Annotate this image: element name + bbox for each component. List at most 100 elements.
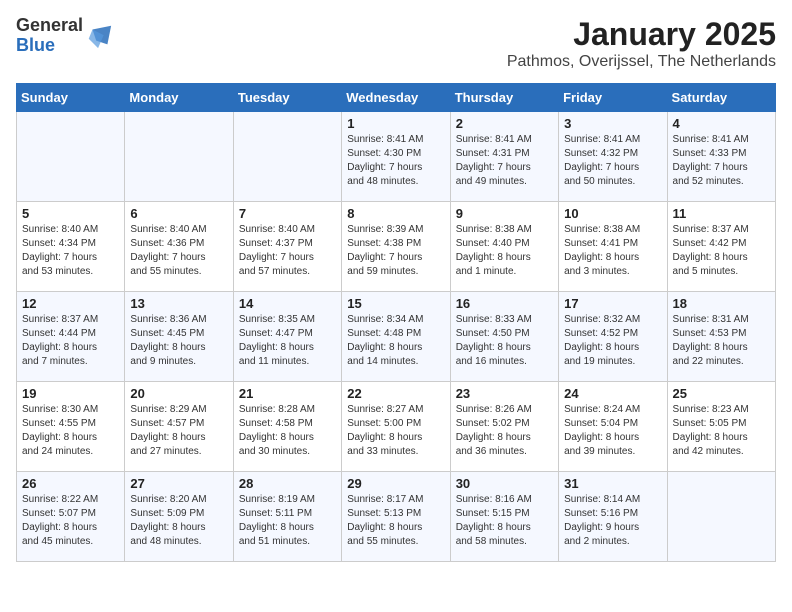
calendar-cell: 5 Sunrise: 8:40 AM Sunset: 4:34 PM Daylig… <box>17 202 125 292</box>
weekday-header-wednesday: Wednesday <box>342 84 450 112</box>
day-info: Sunrise: 8:41 AM Sunset: 4:31 PM Dayligh… <box>456 133 553 189</box>
day-info: Sunrise: 8:35 AM Sunset: 4:47 PM Dayligh… <box>239 313 336 369</box>
calendar-cell: 15 Sunrise: 8:34 AM Sunset: 4:48 PM Dayli… <box>342 292 450 382</box>
day-number: 10 <box>564 206 661 221</box>
day-number: 5 <box>22 206 119 221</box>
day-info: Sunrise: 8:20 AM Sunset: 5:09 PM Dayligh… <box>130 493 227 549</box>
day-info: Sunrise: 8:19 AM Sunset: 5:11 PM Dayligh… <box>239 493 336 549</box>
day-number: 19 <box>22 386 119 401</box>
weekday-header-row: SundayMondayTuesdayWednesdayThursdayFrid… <box>17 84 776 112</box>
day-info: Sunrise: 8:22 AM Sunset: 5:07 PM Dayligh… <box>22 493 119 549</box>
calendar-cell: 2 Sunrise: 8:41 AM Sunset: 4:31 PM Daylig… <box>450 112 558 202</box>
week-row-4: 19 Sunrise: 8:30 AM Sunset: 4:55 PM Dayli… <box>17 382 776 472</box>
weekday-header-thursday: Thursday <box>450 84 558 112</box>
day-number: 9 <box>456 206 553 221</box>
calendar-cell: 26 Sunrise: 8:22 AM Sunset: 5:07 PM Dayli… <box>17 472 125 562</box>
day-number: 28 <box>239 476 336 491</box>
day-info: Sunrise: 8:38 AM Sunset: 4:40 PM Dayligh… <box>456 223 553 279</box>
calendar-cell: 27 Sunrise: 8:20 AM Sunset: 5:09 PM Dayli… <box>125 472 233 562</box>
logo-general: General <box>16 16 83 36</box>
month-title: January 2025 <box>507 16 776 53</box>
day-number: 24 <box>564 386 661 401</box>
day-info: Sunrise: 8:31 AM Sunset: 4:53 PM Dayligh… <box>673 313 770 369</box>
day-number: 2 <box>456 116 553 131</box>
day-info: Sunrise: 8:27 AM Sunset: 5:00 PM Dayligh… <box>347 403 444 459</box>
day-info: Sunrise: 8:40 AM Sunset: 4:34 PM Dayligh… <box>22 223 119 279</box>
calendar-cell: 14 Sunrise: 8:35 AM Sunset: 4:47 PM Dayli… <box>233 292 341 382</box>
calendar-cell <box>233 112 341 202</box>
calendar-cell: 7 Sunrise: 8:40 AM Sunset: 4:37 PM Daylig… <box>233 202 341 292</box>
day-number: 30 <box>456 476 553 491</box>
day-info: Sunrise: 8:40 AM Sunset: 4:36 PM Dayligh… <box>130 223 227 279</box>
day-info: Sunrise: 8:39 AM Sunset: 4:38 PM Dayligh… <box>347 223 444 279</box>
day-info: Sunrise: 8:24 AM Sunset: 5:04 PM Dayligh… <box>564 403 661 459</box>
day-info: Sunrise: 8:26 AM Sunset: 5:02 PM Dayligh… <box>456 403 553 459</box>
day-info: Sunrise: 8:30 AM Sunset: 4:55 PM Dayligh… <box>22 403 119 459</box>
calendar-cell: 22 Sunrise: 8:27 AM Sunset: 5:00 PM Dayli… <box>342 382 450 472</box>
calendar-cell: 6 Sunrise: 8:40 AM Sunset: 4:36 PM Daylig… <box>125 202 233 292</box>
weekday-header-tuesday: Tuesday <box>233 84 341 112</box>
day-info: Sunrise: 8:37 AM Sunset: 4:44 PM Dayligh… <box>22 313 119 369</box>
day-number: 12 <box>22 296 119 311</box>
title-block: January 2025 Pathmos, Overijssel, The Ne… <box>507 16 776 71</box>
day-number: 18 <box>673 296 770 311</box>
calendar-cell: 17Sunrise: 8:32 AM Sunset: 4:52 PM Dayli… <box>559 292 667 382</box>
page-header: General Blue January 2025 Pathmos, Overi… <box>16 16 776 71</box>
day-number: 25 <box>673 386 770 401</box>
day-info: Sunrise: 8:38 AM Sunset: 4:41 PM Dayligh… <box>564 223 661 279</box>
weekday-header-saturday: Saturday <box>667 84 775 112</box>
day-number: 3 <box>564 116 661 131</box>
day-number: 4 <box>673 116 770 131</box>
calendar-cell: 30 Sunrise: 8:16 AM Sunset: 5:15 PM Dayli… <box>450 472 558 562</box>
day-number: 26 <box>22 476 119 491</box>
day-number: 27 <box>130 476 227 491</box>
day-number: 14 <box>239 296 336 311</box>
day-number: 22 <box>347 386 444 401</box>
day-info: Sunrise: 8:41 AM Sunset: 4:30 PM Dayligh… <box>347 133 444 189</box>
logo: General Blue <box>16 16 113 56</box>
calendar-cell: 1 Sunrise: 8:41 AM Sunset: 4:30 PM Daylig… <box>342 112 450 202</box>
day-info: Sunrise: 8:40 AM Sunset: 4:37 PM Dayligh… <box>239 223 336 279</box>
day-number: 6 <box>130 206 227 221</box>
day-info: Sunrise: 8:36 AM Sunset: 4:45 PM Dayligh… <box>130 313 227 369</box>
logo-icon <box>85 22 113 50</box>
day-info: Sunrise: 8:41 AM Sunset: 4:33 PM Dayligh… <box>673 133 770 189</box>
day-number: 20 <box>130 386 227 401</box>
weekday-header-sunday: Sunday <box>17 84 125 112</box>
calendar-cell: 12 Sunrise: 8:37 AM Sunset: 4:44 PM Dayli… <box>17 292 125 382</box>
calendar-cell: 21 Sunrise: 8:28 AM Sunset: 4:58 PM Dayli… <box>233 382 341 472</box>
calendar-cell: 9 Sunrise: 8:38 AM Sunset: 4:40 PM Daylig… <box>450 202 558 292</box>
calendar-cell: 13Sunrise: 8:36 AM Sunset: 4:45 PM Dayli… <box>125 292 233 382</box>
day-number: 16 <box>456 296 553 311</box>
day-number: 21 <box>239 386 336 401</box>
day-info: Sunrise: 8:14 AM Sunset: 5:16 PM Dayligh… <box>564 493 661 549</box>
day-info: Sunrise: 8:34 AM Sunset: 4:48 PM Dayligh… <box>347 313 444 369</box>
calendar-cell: 25 Sunrise: 8:23 AM Sunset: 5:05 PM Dayli… <box>667 382 775 472</box>
week-row-3: 12 Sunrise: 8:37 AM Sunset: 4:44 PM Dayli… <box>17 292 776 382</box>
calendar-cell <box>17 112 125 202</box>
day-info: Sunrise: 8:33 AM Sunset: 4:50 PM Dayligh… <box>456 313 553 369</box>
day-number: 1 <box>347 116 444 131</box>
day-number: 17 <box>564 296 661 311</box>
day-number: 29 <box>347 476 444 491</box>
weekday-header-monday: Monday <box>125 84 233 112</box>
calendar-cell: 3Sunrise: 8:41 AM Sunset: 4:32 PM Daylig… <box>559 112 667 202</box>
day-number: 7 <box>239 206 336 221</box>
day-info: Sunrise: 8:29 AM Sunset: 4:57 PM Dayligh… <box>130 403 227 459</box>
day-info: Sunrise: 8:23 AM Sunset: 5:05 PM Dayligh… <box>673 403 770 459</box>
day-info: Sunrise: 8:28 AM Sunset: 4:58 PM Dayligh… <box>239 403 336 459</box>
calendar-cell: 20 Sunrise: 8:29 AM Sunset: 4:57 PM Dayli… <box>125 382 233 472</box>
calendar-cell: 11Sunrise: 8:37 AM Sunset: 4:42 PM Dayli… <box>667 202 775 292</box>
day-number: 15 <box>347 296 444 311</box>
calendar-cell: 18 Sunrise: 8:31 AM Sunset: 4:53 PM Dayli… <box>667 292 775 382</box>
calendar-cell: 8Sunrise: 8:39 AM Sunset: 4:38 PM Daylig… <box>342 202 450 292</box>
logo-blue: Blue <box>16 36 83 56</box>
location-title: Pathmos, Overijssel, The Netherlands <box>507 53 776 71</box>
day-number: 31 <box>564 476 661 491</box>
calendar-cell: 24 Sunrise: 8:24 AM Sunset: 5:04 PM Dayli… <box>559 382 667 472</box>
day-number: 11 <box>673 206 770 221</box>
week-row-2: 5 Sunrise: 8:40 AM Sunset: 4:34 PM Daylig… <box>17 202 776 292</box>
calendar-cell: 4 Sunrise: 8:41 AM Sunset: 4:33 PM Daylig… <box>667 112 775 202</box>
day-info: Sunrise: 8:16 AM Sunset: 5:15 PM Dayligh… <box>456 493 553 549</box>
calendar-table: SundayMondayTuesdayWednesdayThursdayFrid… <box>16 83 776 562</box>
